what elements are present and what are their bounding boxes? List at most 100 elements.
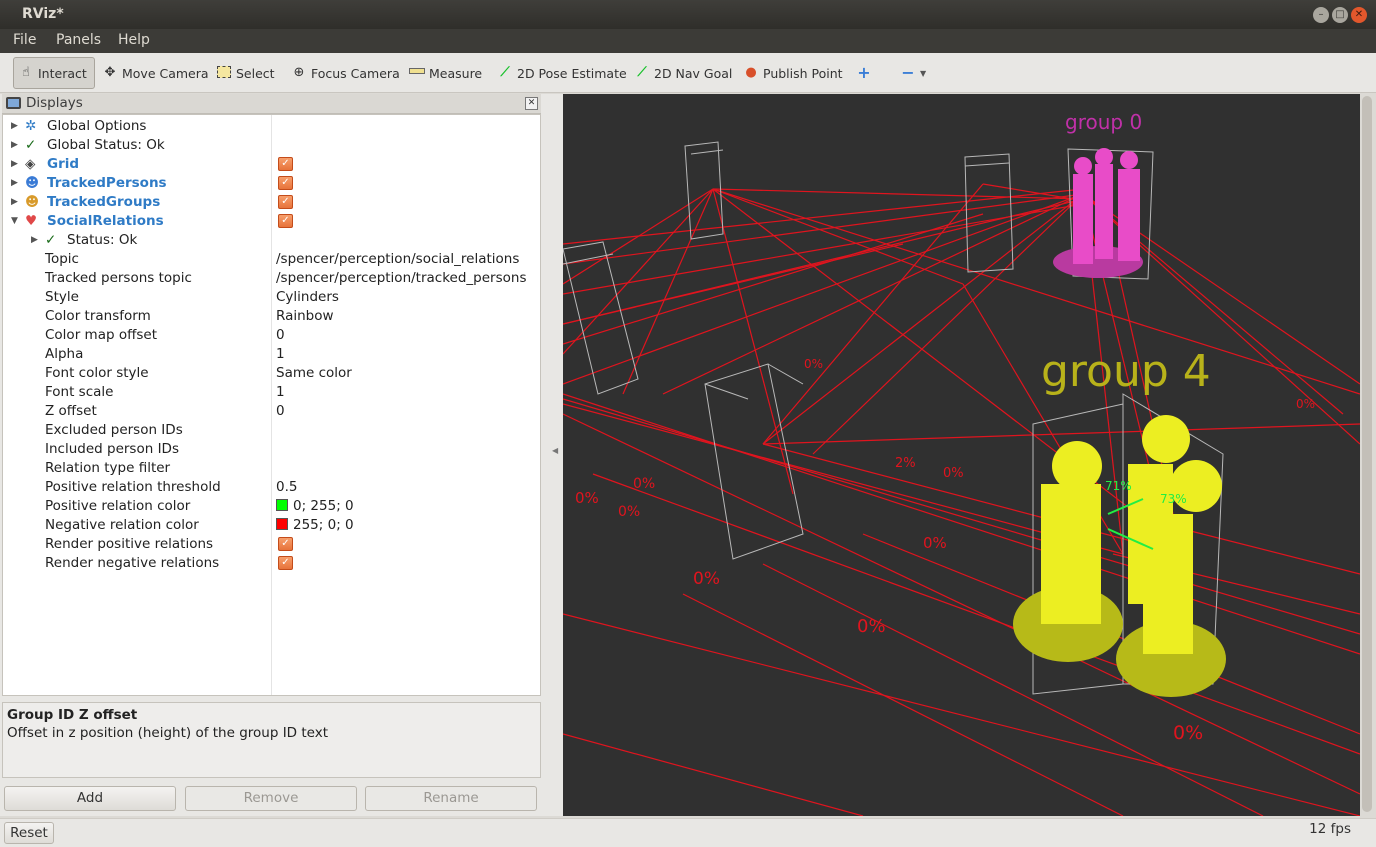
remove-tool-dropdown[interactable]: − ▼ — [896, 57, 930, 89]
minimize-button[interactable]: – — [1313, 7, 1329, 23]
menu-panels[interactable]: Panels — [56, 32, 101, 48]
measure-tool-button[interactable]: Measure — [405, 57, 486, 89]
select-box-icon — [216, 65, 232, 81]
description-title: Group ID Z offset — [7, 707, 138, 723]
tree-item-social-relations[interactable]: ▼ ♥ SocialRelations ✓ — [3, 212, 540, 231]
expand-arrow-icon[interactable]: ▶ — [11, 155, 18, 174]
viewport-scrollbar[interactable] — [1360, 94, 1374, 816]
prop-topic[interactable]: Topic /spencer/perception/social_relatio… — [3, 250, 540, 269]
ruler-icon — [409, 65, 425, 81]
prop-value[interactable]: 1 — [276, 345, 285, 364]
green-arrow-icon: ⟋ — [500, 65, 510, 80]
expand-arrow-icon[interactable]: ▶ — [11, 174, 18, 193]
percent-label-positive: 71% — [1105, 479, 1132, 493]
percent-label: 0% — [1296, 397, 1316, 411]
publish-point-tool-button[interactable]: ● Publish Point — [739, 57, 847, 89]
prop-font-color-style[interactable]: Font color style Same color — [3, 364, 540, 383]
close-button[interactable]: ✕ — [1351, 7, 1367, 23]
prop-value[interactable]: Rainbow — [276, 307, 334, 326]
pose-estimate-tool-button[interactable]: ⟋ 2D Pose Estimate — [493, 57, 631, 89]
focus-camera-tool-button[interactable]: ⊕ Focus Camera — [287, 57, 404, 89]
prop-value[interactable]: 0 — [276, 326, 285, 345]
prop-value[interactable]: Same color — [276, 364, 352, 383]
prop-value-color[interactable]: 0; 255; 0 — [276, 497, 354, 516]
prop-negative-relation-color[interactable]: Negative relation color 255; 0; 0 — [3, 516, 540, 535]
add-button[interactable]: Add — [4, 786, 176, 811]
tree-item-grid[interactable]: ▶ ◈ Grid ✓ — [3, 155, 540, 174]
close-icon[interactable]: ✕ — [525, 97, 538, 110]
gear-icon: ✲ — [25, 118, 37, 134]
prop-value-color[interactable]: 255; 0; 0 — [276, 516, 354, 535]
prop-value[interactable]: 0 — [276, 402, 285, 421]
prop-name: Color map offset — [45, 327, 158, 343]
menu-file[interactable]: File — [13, 32, 36, 48]
scrollbar-thumb[interactable] — [1362, 96, 1372, 812]
move-camera-tool-button[interactable]: ✥ Move Camera — [98, 57, 213, 89]
expand-arrow-icon[interactable]: ▶ — [11, 136, 18, 155]
prop-font-scale[interactable]: Font scale 1 — [3, 383, 540, 402]
maximize-button[interactable]: □ — [1332, 7, 1348, 23]
chevron-left-icon: ◀ — [552, 446, 559, 455]
rename-button[interactable]: Rename — [365, 786, 537, 811]
crosshair-icon: ⊕ — [293, 65, 305, 80]
prop-color-transform[interactable]: Color transform Rainbow — [3, 307, 540, 326]
collapse-arrow-icon[interactable]: ▼ — [11, 212, 18, 231]
expand-arrow-icon[interactable]: ▶ — [11, 193, 18, 212]
prop-z-offset[interactable]: Z offset 0 — [3, 402, 540, 421]
prop-name: Style — [45, 289, 79, 305]
enabled-checkbox[interactable]: ✓ — [278, 214, 293, 228]
prop-value[interactable]: 1 — [276, 383, 285, 402]
prop-value[interactable]: 0.5 — [276, 478, 297, 497]
expand-arrow-icon[interactable]: ▶ — [11, 117, 18, 136]
window-title: RViz* — [22, 6, 64, 22]
scene-render — [563, 141, 1360, 816]
status-bar: Reset 12 fps — [0, 818, 1376, 847]
prop-render-negative-relations[interactable]: Render negative relations ✓ — [3, 554, 540, 573]
tree-item-status[interactable]: ▶ ✓ Status: Ok — [3, 231, 540, 250]
nav-goal-tool-button[interactable]: ⟋ 2D Nav Goal — [630, 57, 736, 89]
color-swatch — [276, 499, 288, 511]
prop-value[interactable]: Cylinders — [276, 288, 339, 307]
render-positive-checkbox[interactable]: ✓ — [278, 537, 293, 551]
negative-relation-lines — [563, 183, 1360, 816]
prop-positive-relation-threshold[interactable]: Positive relation threshold 0.5 — [3, 478, 540, 497]
prop-value[interactable]: /spencer/perception/social_relations — [276, 250, 519, 269]
render-negative-checkbox[interactable]: ✓ — [278, 556, 293, 570]
prop-name: Positive relation threshold — [45, 479, 221, 495]
add-tool-button[interactable]: + — [852, 57, 880, 89]
panel-splitter[interactable]: ◀ — [543, 94, 563, 816]
select-tool-button[interactable]: Select — [212, 57, 279, 89]
enabled-checkbox[interactable]: ✓ — [278, 195, 293, 209]
prop-style[interactable]: Style Cylinders — [3, 288, 540, 307]
color-swatch — [276, 518, 288, 530]
prop-name: Topic — [45, 251, 79, 267]
tree-item-tracked-persons[interactable]: ▶ ☻ TrackedPersons ✓ — [3, 174, 540, 193]
prop-render-positive-relations[interactable]: Render positive relations ✓ — [3, 535, 540, 554]
plus-icon: + — [857, 63, 871, 82]
hand-icon: ☝ — [22, 65, 30, 80]
chevron-down-icon: ▼ — [920, 68, 927, 78]
tree-item-label: SocialRelations — [47, 213, 164, 229]
interact-tool-button[interactable]: ☝ Interact — [13, 57, 95, 89]
tree-item-tracked-groups[interactable]: ▶ ☻ TrackedGroups ✓ — [3, 193, 540, 212]
tree-item-global-status[interactable]: ▶ ✓ Global Status: Ok — [3, 136, 540, 155]
prop-name: Color transform — [45, 308, 151, 324]
prop-positive-relation-color[interactable]: Positive relation color 0; 255; 0 — [3, 497, 540, 516]
tree-item-global-options[interactable]: ▶ ✲ Global Options — [3, 117, 540, 136]
prop-excluded-person-ids[interactable]: Excluded person IDs — [3, 421, 540, 440]
prop-color-map-offset[interactable]: Color map offset 0 — [3, 326, 540, 345]
prop-value[interactable]: /spencer/perception/tracked_persons — [276, 269, 526, 288]
prop-relation-type-filter[interactable]: Relation type filter — [3, 459, 540, 478]
prop-alpha[interactable]: Alpha 1 — [3, 345, 540, 364]
prop-included-person-ids[interactable]: Included person IDs — [3, 440, 540, 459]
enabled-checkbox[interactable]: ✓ — [278, 157, 293, 171]
prop-tracked-persons-topic[interactable]: Tracked persons topic /spencer/perceptio… — [3, 269, 540, 288]
reset-button[interactable]: Reset — [4, 822, 54, 844]
3d-viewport[interactable]: group 0 group 4 0% 0% 0% 0% 0% 0% 0% 0% … — [563, 94, 1360, 816]
prop-value: 0; 255; 0 — [293, 498, 354, 514]
menu-help[interactable]: Help — [118, 32, 150, 48]
remove-button[interactable]: Remove — [185, 786, 357, 811]
prop-name: Alpha — [45, 346, 84, 362]
expand-arrow-icon[interactable]: ▶ — [31, 231, 38, 250]
enabled-checkbox[interactable]: ✓ — [278, 176, 293, 190]
